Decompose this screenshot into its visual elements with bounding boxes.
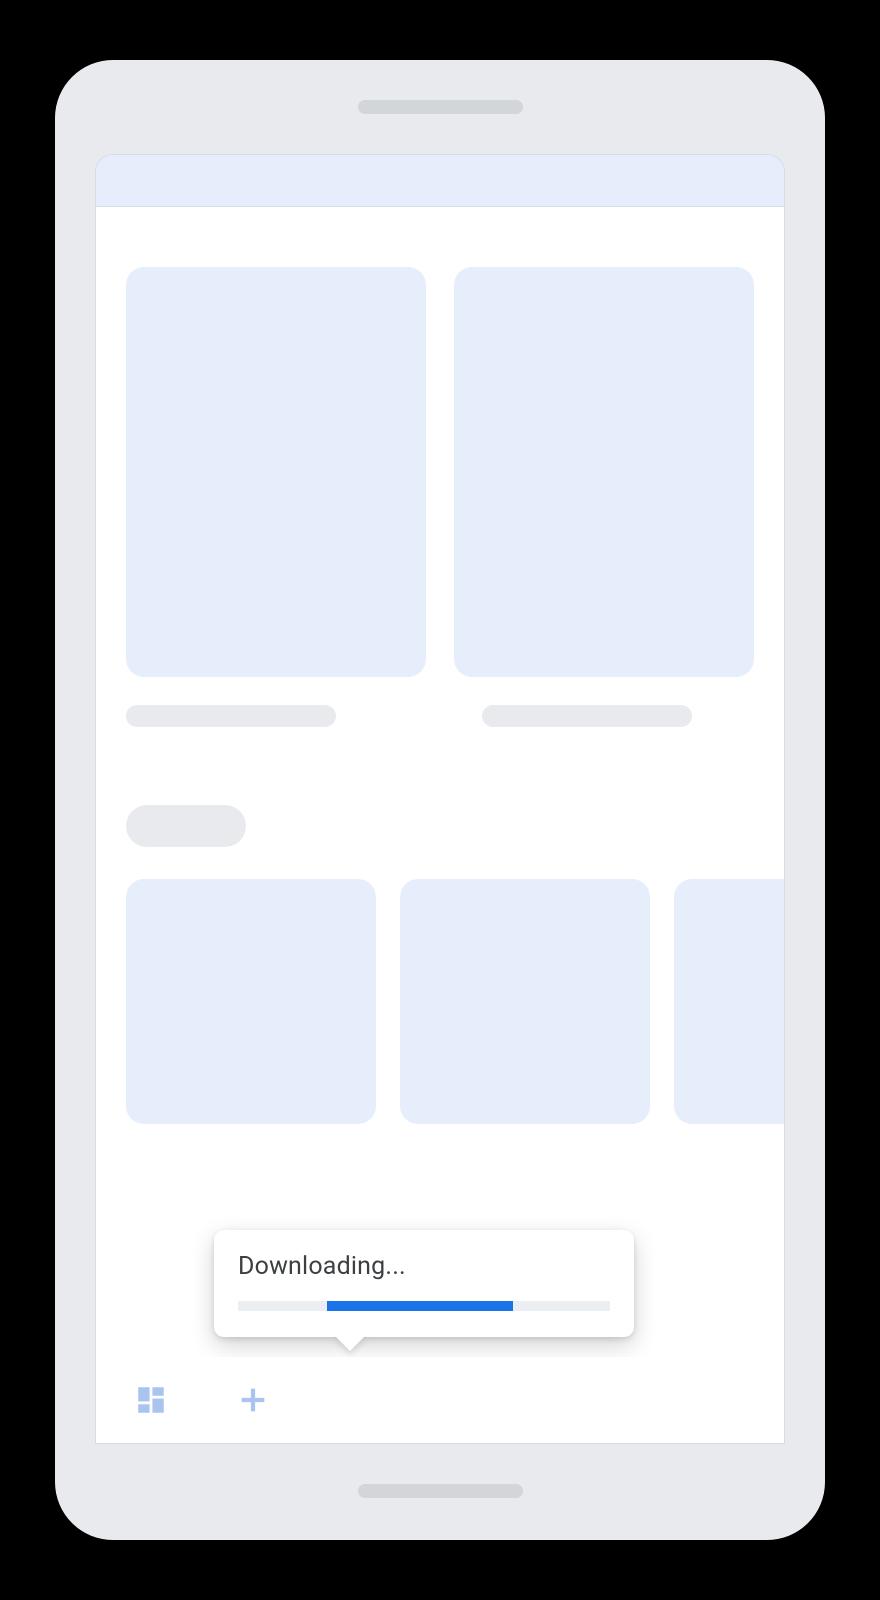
content-card[interactable] bbox=[454, 267, 754, 677]
progress-track bbox=[238, 1301, 610, 1311]
section-header-placeholder bbox=[126, 805, 246, 847]
bottom-navigation bbox=[96, 1357, 784, 1443]
content-card[interactable] bbox=[400, 879, 650, 1124]
content-area: Downloading... bbox=[96, 207, 784, 1443]
dashboard-icon[interactable] bbox=[134, 1383, 168, 1417]
card-label-row bbox=[96, 677, 784, 727]
progress-bar-indeterminate bbox=[327, 1301, 513, 1311]
phone-speaker-bottom bbox=[358, 1484, 523, 1498]
app-screen: Downloading... bbox=[95, 154, 785, 1444]
phone-speaker-top bbox=[358, 100, 523, 114]
content-card[interactable] bbox=[126, 879, 376, 1124]
card-label-placeholder bbox=[482, 705, 692, 727]
content-card[interactable] bbox=[126, 267, 426, 677]
phone-frame: Downloading... bbox=[55, 60, 825, 1540]
tooltip-label: Downloading... bbox=[238, 1252, 610, 1281]
featured-card-row bbox=[96, 207, 784, 677]
small-card-row bbox=[96, 847, 784, 1124]
download-tooltip: Downloading... bbox=[214, 1230, 634, 1337]
add-icon[interactable] bbox=[236, 1383, 270, 1417]
status-bar bbox=[96, 155, 784, 207]
card-label-placeholder bbox=[126, 705, 336, 727]
content-card[interactable] bbox=[674, 879, 784, 1124]
